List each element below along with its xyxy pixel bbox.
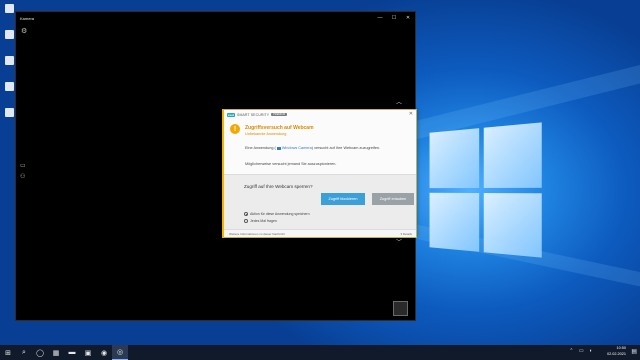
- allow-access-button[interactable]: Zugriff erlauben: [372, 193, 414, 205]
- settings-icon[interactable]: ⚙: [21, 27, 27, 35]
- desktop-icon[interactable]: [2, 108, 16, 120]
- dialog-action-area: Zugriff auf Ihre Webcam sperren? Zugriff…: [224, 174, 416, 231]
- chevron-down-icon[interactable]: ﹀: [396, 237, 402, 246]
- eset-logo: eset: [227, 112, 236, 117]
- search-icon[interactable]: ⌕: [16, 345, 32, 360]
- maximize-button[interactable]: ☐: [387, 12, 401, 24]
- hdr-icon[interactable]: ▭: [20, 162, 26, 169]
- eset-product-name: SMART SECURITY: [237, 112, 270, 117]
- camera-app-icon: [276, 146, 281, 150]
- eset-header: eset SMART SECURITY PREMIUM ✕: [224, 110, 416, 119]
- app-name-link[interactable]: Windows Camera: [282, 146, 312, 150]
- camera-window-title: Kamera: [20, 15, 35, 21]
- desktop-icon[interactable]: [2, 56, 16, 68]
- block-question: Zugriff auf Ihre Webcam sperren?: [244, 184, 313, 189]
- clock-date: 02.02.2021: [606, 351, 626, 356]
- dialog-footer: Weitere Informationen zu dieser Nachrich…: [224, 229, 416, 237]
- windows-logo-wallpaper: [429, 122, 542, 258]
- system-tray-icons[interactable]: ⌃ ▭ ◖: [569, 348, 594, 354]
- message-prefix: Eine Anwendung (: [245, 146, 276, 150]
- more-info-link[interactable]: Weitere Informationen zu dieser Nachrich…: [229, 232, 285, 236]
- file-explorer-icon[interactable]: ▬: [64, 345, 80, 360]
- notification-icon[interactable]: ▤: [631, 348, 637, 355]
- clock[interactable]: 10:50 02.02.2021: [607, 346, 626, 357]
- radio-button[interactable]: [244, 219, 248, 223]
- remember-action-option[interactable]: Aktion für diese Anwendung speichern: [244, 212, 310, 216]
- close-button[interactable]: ✕: [401, 12, 415, 24]
- warning-icon: !: [230, 124, 240, 134]
- desktop-icon[interactable]: [2, 30, 16, 42]
- minimize-button[interactable]: —: [373, 12, 387, 24]
- eset-taskbar-icon[interactable]: ◉: [96, 345, 112, 360]
- desktop-icon[interactable]: [2, 4, 16, 16]
- task-view-icon[interactable]: ◯: [32, 345, 48, 360]
- dialog-message: Eine Anwendung ( Windows Camera) versucht…: [245, 146, 380, 150]
- camera-title-bar[interactable]: Kamera — ☐ ✕: [16, 12, 415, 24]
- close-icon[interactable]: ✕: [409, 111, 413, 117]
- details-label: Details: [402, 232, 412, 236]
- camera-taskbar-icon[interactable]: ◎: [112, 345, 128, 360]
- details-toggle[interactable]: ▾ Details: [400, 232, 412, 236]
- dialog-subtitle: Unbekannte Anwendung: [245, 131, 287, 136]
- taskbar-app[interactable]: ▦: [48, 345, 64, 360]
- camera-mode-controls: ▭ ⚇: [20, 162, 26, 180]
- ask-every-time-label: Jedes Mal fragen: [250, 219, 277, 223]
- eset-webcam-dialog: eset SMART SECURITY PREMIUM ✕ ! Zugriffs…: [222, 109, 417, 238]
- chevron-up-icon[interactable]: ︿: [396, 97, 402, 106]
- taskbar: ⊞ ⌕ ◯ ▦ ▬ ▣ ◉ ◎ ⌃ ▭ ◖ 10:50 02.02.2021 ▤: [0, 345, 640, 360]
- block-access-button[interactable]: Zugriff blockieren: [321, 193, 365, 205]
- taskbar-app[interactable]: ▣: [80, 345, 96, 360]
- message-suffix: ) versucht auf Ihre Webcam zuzugreifen.: [311, 146, 381, 150]
- radio-button-selected[interactable]: [244, 212, 248, 216]
- desktop-icon[interactable]: [2, 82, 16, 94]
- remember-action-label: Aktion für diese Anwendung speichern: [250, 212, 310, 216]
- start-button[interactable]: ⊞: [0, 345, 16, 360]
- ask-every-time-option[interactable]: Jedes Mal fragen: [244, 219, 277, 223]
- dialog-title: Zugriffsversuch auf Webcam: [245, 125, 314, 131]
- eset-edition-badge: PREMIUM: [271, 112, 288, 117]
- dialog-warning-text: Möglicherweise versucht jemand Sie auszu…: [245, 162, 337, 166]
- timer-icon[interactable]: ⚇: [20, 173, 26, 180]
- gallery-thumbnail[interactable]: [393, 301, 408, 316]
